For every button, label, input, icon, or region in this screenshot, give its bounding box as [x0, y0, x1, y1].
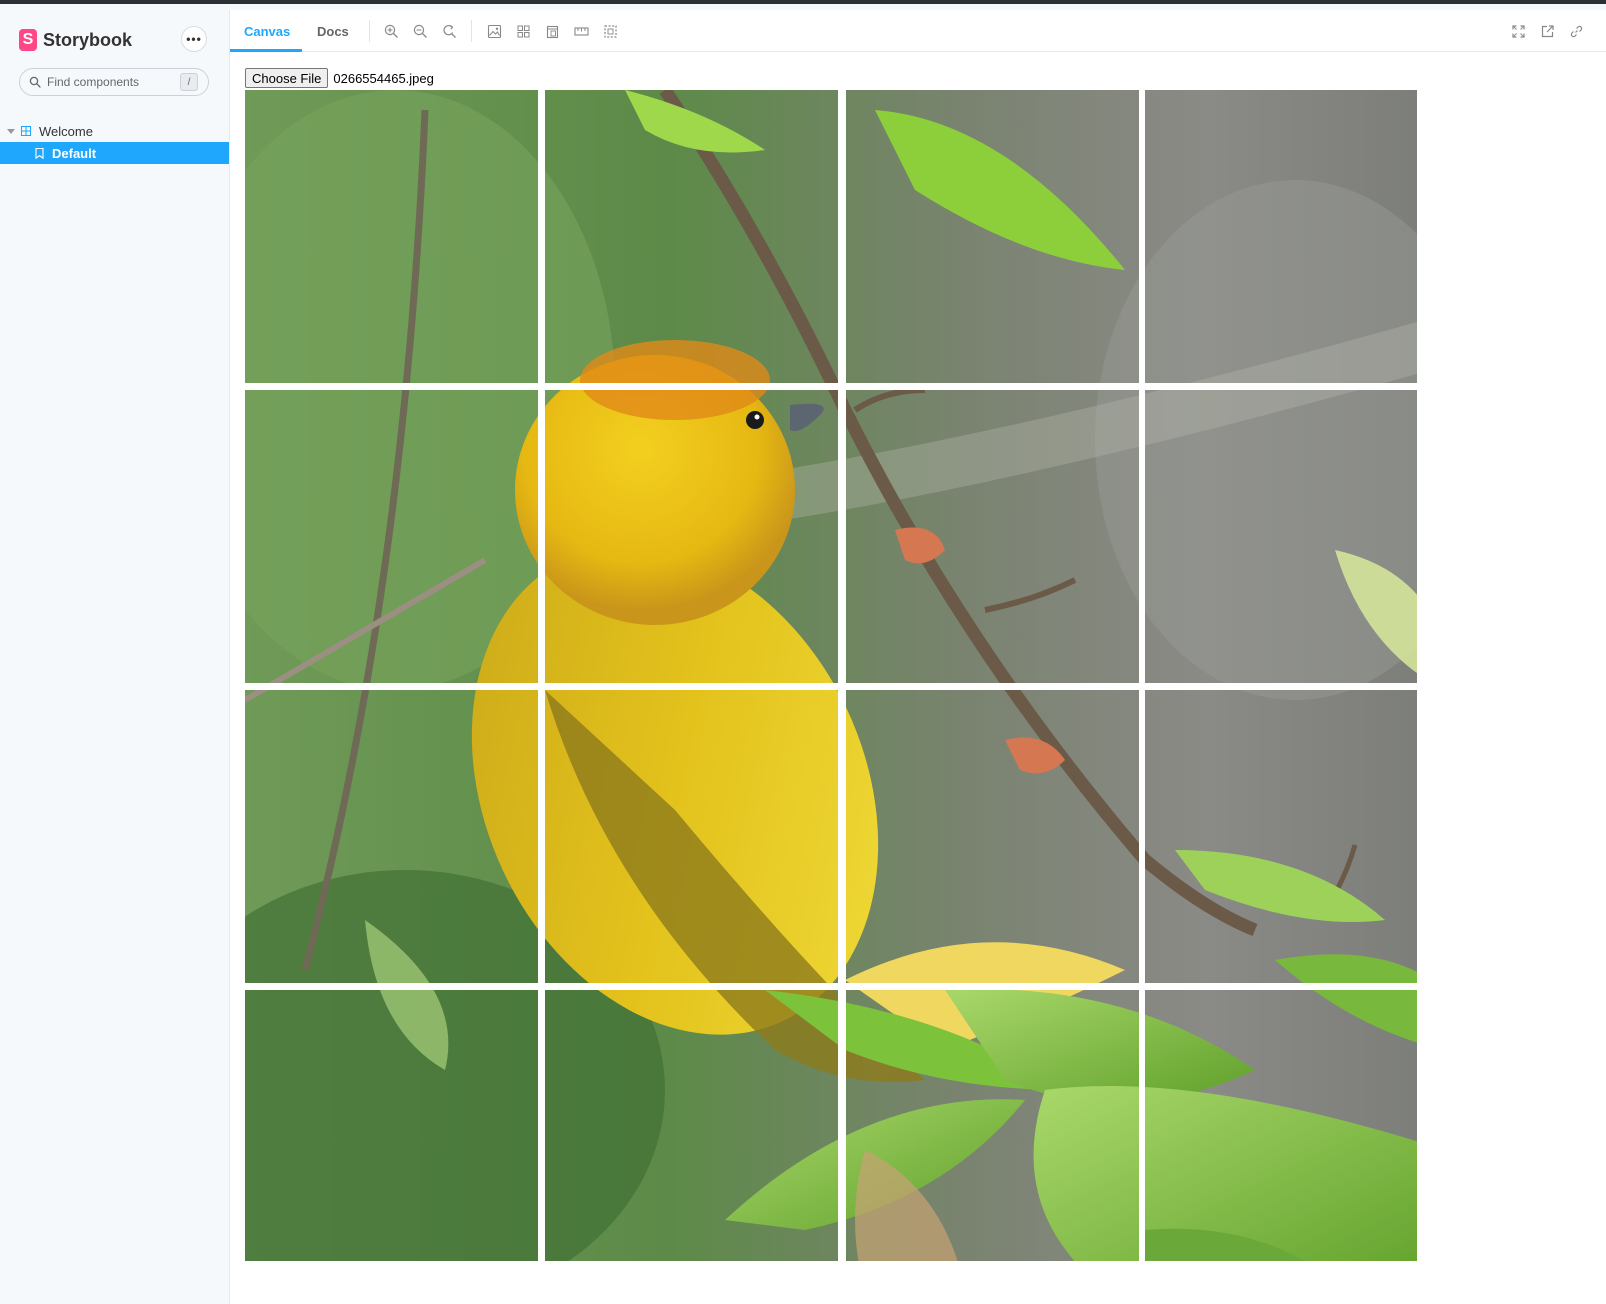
zoom-reset-icon[interactable]: [441, 23, 457, 39]
tree-item-default[interactable]: Default: [0, 142, 229, 164]
storybook-logo-icon: S: [19, 29, 37, 51]
puzzle-tile: [1145, 690, 1417, 983]
file-input[interactable]: Choose File 0266554465.jpeg: [245, 68, 434, 88]
bookmark-icon: [35, 147, 44, 159]
toolbar: Canvas Docs: [230, 10, 1606, 52]
bird-photo-slice: [545, 990, 838, 1261]
puzzle-tile: [1145, 990, 1417, 1261]
bird-photo-slice: [1145, 690, 1417, 983]
tree-item-label: Default: [52, 145, 97, 161]
toolbar-divider: [369, 20, 370, 42]
sidebar: S Storybook ••• Find components / Welcom…: [0, 4, 229, 1304]
puzzle-tile: [245, 90, 538, 383]
toolbar-divider: [471, 20, 472, 42]
bird-photo-slice: [846, 990, 1139, 1261]
search-field[interactable]: Find components /: [19, 68, 209, 96]
puzzle-tile: [846, 990, 1139, 1261]
background-image-icon[interactable]: [486, 23, 502, 39]
tab-docs[interactable]: Docs: [317, 10, 349, 52]
puzzle-tile: [1145, 390, 1417, 683]
chevron-down-icon[interactable]: [7, 128, 15, 134]
fullscreen-icon[interactable]: [1510, 23, 1526, 39]
zoom-out-icon[interactable]: [412, 23, 428, 39]
puzzle-tile: [545, 690, 838, 983]
bird-photo-slice: [545, 690, 838, 983]
puzzle-grid: [245, 90, 1445, 1290]
bird-photo-slice: [846, 390, 1139, 683]
grid-icon[interactable]: [515, 23, 531, 39]
puzzle-tile: [545, 390, 838, 683]
puzzle-tile: [846, 90, 1139, 383]
viewport-icon[interactable]: [544, 23, 560, 39]
puzzle-tile: [245, 990, 538, 1261]
outline-icon[interactable]: [602, 23, 618, 39]
tab-canvas-label: Canvas: [244, 23, 291, 39]
bird-photo-slice: [846, 690, 1139, 983]
bird-photo-slice: [245, 390, 538, 683]
bird-photo-slice: [245, 990, 538, 1261]
measure-icon[interactable]: [573, 23, 589, 39]
zoom-in-icon[interactable]: [383, 23, 399, 39]
tree-group-label: Welcome: [39, 123, 93, 139]
bird-photo-slice: [245, 90, 538, 383]
bird-photo-slice: [1145, 390, 1417, 683]
bird-photo-slice: [1145, 90, 1417, 383]
search-icon: [29, 76, 41, 88]
tab-docs-label: Docs: [317, 23, 349, 39]
search-input[interactable]: Find components: [47, 75, 180, 89]
search-shortcut-key: /: [180, 73, 198, 91]
bird-photo-slice: [1145, 990, 1417, 1261]
sidebar-menu-button[interactable]: •••: [181, 26, 207, 52]
puzzle-tile: [846, 390, 1139, 683]
tree-group-welcome[interactable]: Welcome: [0, 120, 229, 142]
active-tab-indicator: [230, 49, 302, 52]
file-name: 0266554465.jpeg: [333, 70, 434, 86]
preview-panel: Canvas Docs Choose File 0266554465.jpeg: [229, 10, 1606, 1304]
tab-canvas[interactable]: Canvas: [244, 10, 290, 52]
open-new-tab-icon[interactable]: [1539, 23, 1555, 39]
choose-file-button[interactable]: Choose File: [245, 68, 329, 88]
brand-name: Storybook: [43, 29, 133, 50]
bird-photo-slice: [245, 690, 538, 983]
brand[interactable]: S Storybook: [19, 26, 132, 54]
puzzle-tile: [245, 690, 538, 983]
bird-photo-slice: [846, 90, 1139, 383]
bird-photo-slice: [545, 390, 838, 683]
puzzle-tile: [545, 90, 838, 383]
puzzle-tile: [846, 690, 1139, 983]
component-icon: [21, 126, 31, 136]
bird-photo-slice: [545, 90, 838, 383]
window-top-border: [0, 0, 1606, 4]
puzzle-tile: [545, 990, 838, 1261]
copy-link-icon[interactable]: [1568, 23, 1584, 39]
puzzle-tile: [1145, 90, 1417, 383]
puzzle-tile: [245, 390, 538, 683]
